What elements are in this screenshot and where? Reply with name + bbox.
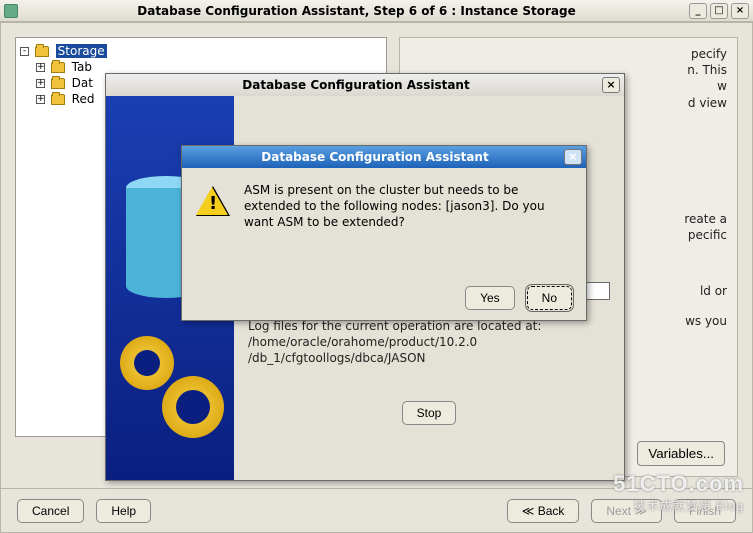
confirm-message: ASM is present on the cluster but needs … bbox=[244, 182, 572, 231]
log-line: /home/oracle/orahome/product/10.2.0 bbox=[248, 334, 610, 350]
tree-label: Red bbox=[72, 92, 95, 106]
tree-toggle-icon[interactable]: + bbox=[36, 79, 45, 88]
wizard-button-bar: Cancel Help ≪ Back Next ≫ Finish bbox=[1, 488, 752, 532]
tree-toggle-icon[interactable]: + bbox=[36, 63, 45, 72]
confirm-body: ! ASM is present on the cluster but need… bbox=[182, 168, 586, 320]
tree-toggle-icon[interactable]: + bbox=[36, 95, 45, 104]
tree-label: Dat bbox=[72, 76, 93, 90]
progress-dialog-close-button[interactable]: × bbox=[602, 77, 620, 93]
close-button[interactable]: × bbox=[731, 3, 749, 19]
tree-node-tab[interactable]: + Tab bbox=[20, 60, 382, 74]
confirm-dialog-titlebar: Database Configuration Assistant × bbox=[182, 146, 586, 168]
app-icon bbox=[4, 4, 18, 18]
stop-button[interactable]: Stop bbox=[402, 401, 457, 425]
gear-icon bbox=[162, 376, 224, 438]
desc-frag: pecify bbox=[408, 46, 727, 62]
back-button[interactable]: ≪ Back bbox=[507, 499, 580, 523]
warning-icon: ! bbox=[196, 186, 230, 216]
client-area: - Storage + Tab + Dat + Red pecify n. Th… bbox=[0, 22, 753, 533]
cancel-button[interactable]: Cancel bbox=[17, 499, 84, 523]
tree-label: Tab bbox=[72, 60, 92, 74]
progress-dialog-titlebar: Database Configuration Assistant × bbox=[106, 74, 624, 96]
window-buttons: _ □ × bbox=[689, 3, 749, 19]
maximize-button[interactable]: □ bbox=[710, 3, 728, 19]
tree-node-storage[interactable]: - Storage bbox=[20, 44, 382, 58]
tree-toggle-icon[interactable]: - bbox=[20, 47, 29, 56]
finish-button: Finish bbox=[674, 499, 736, 523]
help-button[interactable]: Help bbox=[96, 499, 151, 523]
folder-icon bbox=[51, 62, 65, 73]
window-title: Database Configuration Assistant, Step 6… bbox=[24, 4, 689, 18]
next-button: Next ≫ bbox=[591, 499, 662, 523]
folder-icon bbox=[35, 46, 49, 57]
file-location-variables-button[interactable]: Variables... bbox=[637, 441, 725, 466]
gear-icon bbox=[120, 336, 174, 390]
next-label: Next bbox=[606, 504, 631, 518]
progress-dialog-title: Database Configuration Assistant bbox=[110, 78, 602, 92]
log-text: Log files for the current operation are … bbox=[248, 318, 610, 367]
folder-icon bbox=[51, 78, 65, 89]
confirm-buttons: Yes No bbox=[196, 266, 572, 310]
no-button[interactable]: No bbox=[527, 286, 572, 310]
confirm-dialog-close-button[interactable]: × bbox=[564, 149, 582, 165]
minimize-button[interactable]: _ bbox=[689, 3, 707, 19]
main-titlebar: Database Configuration Assistant, Step 6… bbox=[0, 0, 753, 22]
log-line: /db_1/cfgtoollogs/dbca/JASON bbox=[248, 350, 610, 366]
folder-icon bbox=[51, 94, 65, 105]
back-label: Back bbox=[538, 504, 565, 518]
confirm-dialog-title: Database Configuration Assistant bbox=[186, 150, 564, 164]
confirm-dialog: Database Configuration Assistant × ! ASM… bbox=[181, 145, 587, 321]
tree-label-storage[interactable]: Storage bbox=[56, 44, 107, 58]
yes-button[interactable]: Yes bbox=[465, 286, 515, 310]
